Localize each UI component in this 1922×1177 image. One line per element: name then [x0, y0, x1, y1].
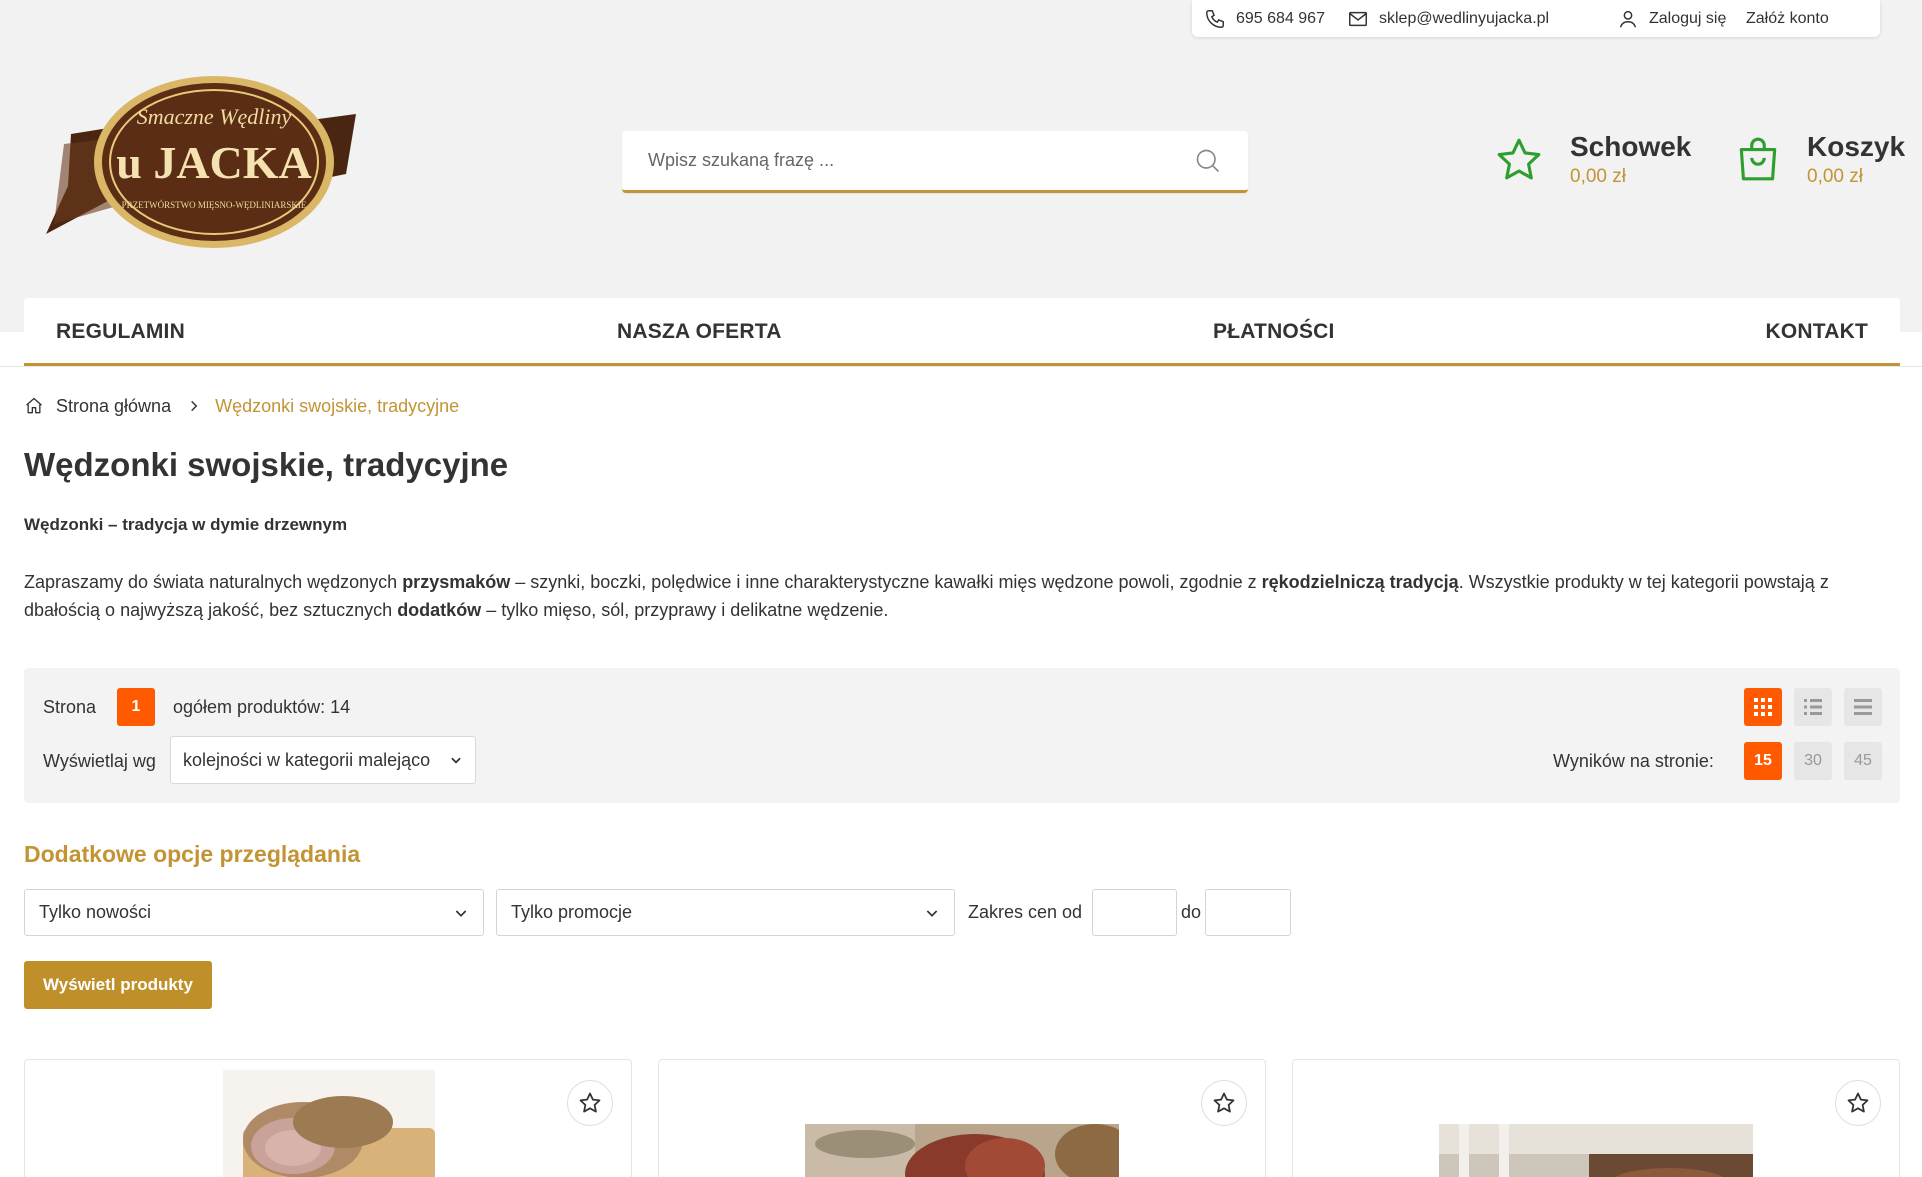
product-card[interactable] — [658, 1059, 1266, 1177]
compact-view-button[interactable] — [1844, 688, 1882, 726]
add-to-wishlist-button[interactable] — [1835, 1080, 1881, 1126]
star-icon — [1213, 1092, 1235, 1113]
cart-button[interactable]: Koszyk 0,00 zł — [1733, 130, 1905, 190]
promo-only-value: Tylko promocje — [511, 902, 633, 922]
page-button-1[interactable]: 1 — [117, 688, 155, 726]
breadcrumb: Strona główna Wędzonki swojskie, tradycy… — [24, 394, 459, 418]
star-icon — [1847, 1092, 1869, 1113]
chevron-down-icon — [455, 909, 467, 917]
show-products-button[interactable]: Wyświetl produkty — [24, 961, 212, 1009]
login-label: Zaloguj się — [1649, 9, 1727, 27]
chevron-down-icon — [451, 757, 461, 764]
search-icon[interactable] — [1194, 147, 1222, 175]
nav-item-oferta[interactable]: NASZA OFERTA — [617, 298, 782, 366]
desc-text-1: Zapraszamy do świata naturalnych wędzony… — [24, 572, 403, 592]
shop-logo[interactable]: Smaczne Wędliny u JACKA PRZETWÓRSTWO MIĘ… — [46, 74, 378, 250]
desc-text-4: – tylko mięso, sól, przyprawy i delikatn… — [481, 600, 889, 620]
user-icon — [1619, 10, 1637, 27]
shopping-bag-icon — [1739, 137, 1777, 181]
phone-number: 695 684 967 — [1236, 9, 1325, 27]
desc-bold-3: dodatków — [397, 600, 482, 620]
price-from-input[interactable] — [1092, 889, 1177, 936]
per-page-label: Wyników na stronie: — [1553, 751, 1714, 771]
product-card[interactable] — [1292, 1059, 1900, 1177]
search-input[interactable] — [648, 150, 1194, 171]
logo-script-text: Smaczne Wędliny — [137, 104, 292, 129]
register-label: Załóż konto — [1746, 9, 1829, 27]
options-title: Dodatkowe opcje przeglądania — [24, 841, 361, 867]
breadcrumb-current: Wędzonki swojskie, tradycyjne — [215, 395, 460, 416]
nav-item-regulamin[interactable]: REGULAMIN — [56, 298, 185, 366]
add-to-wishlist-button[interactable] — [567, 1080, 613, 1126]
chevron-right-icon — [191, 400, 198, 412]
register-link[interactable]: Załóż konto — [1746, 0, 1829, 37]
new-only-select[interactable]: Tylko nowości — [24, 889, 484, 936]
price-to-label: do — [1181, 902, 1202, 922]
add-to-wishlist-button[interactable] — [1201, 1080, 1247, 1126]
wishlist-amount: 0,00 zł — [1570, 166, 1626, 187]
list-view-button[interactable] — [1794, 688, 1832, 726]
mail-icon — [1349, 11, 1367, 26]
listing-toolbar: Strona 1 ogółem produktów: 14 Wyświetlaj… — [24, 668, 1900, 803]
nav-divider — [0, 366, 1922, 367]
logo-emblem: Smaczne Wędliny u JACKA PRZETWÓRSTWO MIĘ… — [46, 76, 356, 248]
nav-item-kontakt[interactable]: KONTAKT — [1766, 298, 1869, 366]
rows-icon — [1854, 699, 1872, 715]
new-only-value: Tylko nowości — [39, 902, 152, 922]
wishlist-label: Schowek — [1570, 131, 1692, 162]
promo-only-select[interactable]: Tylko promocje — [496, 889, 955, 936]
desc-bold-1: przysmaków — [402, 572, 511, 592]
desc-text-2: – szynki, boczki, polędwice i inne chara… — [510, 572, 1262, 592]
chevron-down-icon — [926, 909, 938, 917]
main-nav: REGULAMIN NASZA OFERTA PŁATNOŚCI KONTAKT — [24, 298, 1900, 366]
per-page-15[interactable]: 15 — [1744, 742, 1782, 780]
page-label: Strona — [43, 697, 97, 717]
nav-item-platnosci[interactable]: PŁATNOŚCI — [1213, 298, 1335, 366]
product-image[interactable] — [223, 1070, 435, 1177]
logo-main-text: u JACKA — [116, 137, 312, 188]
logo-ring-text: PRZETWÓRSTWO MIĘSNO-WĘDLINIARSKIE — [122, 200, 307, 210]
cart-amount: 0,00 zł — [1807, 166, 1863, 187]
per-page-45[interactable]: 45 — [1844, 742, 1882, 780]
breadcrumb-home[interactable]: Strona główna — [56, 396, 171, 417]
grid-view-button[interactable] — [1744, 688, 1782, 726]
star-icon — [579, 1092, 601, 1113]
price-to-input[interactable] — [1205, 889, 1291, 936]
grid-icon — [1754, 698, 1772, 716]
phone-link[interactable]: 695 684 967 — [1204, 0, 1325, 37]
product-count: ogółem produktów: 14 — [173, 697, 351, 717]
list-icon — [1804, 699, 1822, 715]
product-image[interactable] — [805, 1124, 1119, 1177]
phone-icon — [1206, 9, 1224, 28]
category-subheading: Wędzonki – tradycja w dymie drzewnym — [24, 515, 348, 534]
star-icon — [1497, 138, 1541, 180]
product-card[interactable] — [24, 1059, 632, 1177]
sort-select[interactable]: kolejności w kategorii malejąco — [170, 736, 476, 784]
per-page-30[interactable]: 30 — [1794, 742, 1832, 780]
wishlist-button[interactable]: Schowek 0,00 zł — [1494, 130, 1691, 190]
sort-value: kolejności w kategorii malejąco — [183, 749, 431, 770]
email-link[interactable]: sklep@wedlinyujacka.pl — [1347, 0, 1549, 37]
email-address: sklep@wedlinyujacka.pl — [1379, 9, 1550, 27]
sort-label: Wyświetlaj wg — [43, 751, 156, 771]
price-range-label: Zakres cen od — [968, 902, 1083, 922]
desc-bold-2: rękodzielniczą tradycją — [1261, 572, 1459, 592]
home-icon[interactable] — [24, 396, 44, 416]
page-title: Wędzonki swojskie, tradycyjne — [24, 446, 509, 483]
cart-label: Koszyk — [1807, 131, 1906, 162]
product-image[interactable] — [1439, 1124, 1753, 1177]
login-link[interactable]: Zaloguj się — [1617, 0, 1726, 37]
top-contact-bar: 695 684 967 sklep@wedlinyujacka.pl Zalog… — [1192, 0, 1880, 37]
search-bar — [622, 131, 1248, 193]
category-description: Zapraszamy do świata naturalnych wędzony… — [24, 568, 1894, 624]
